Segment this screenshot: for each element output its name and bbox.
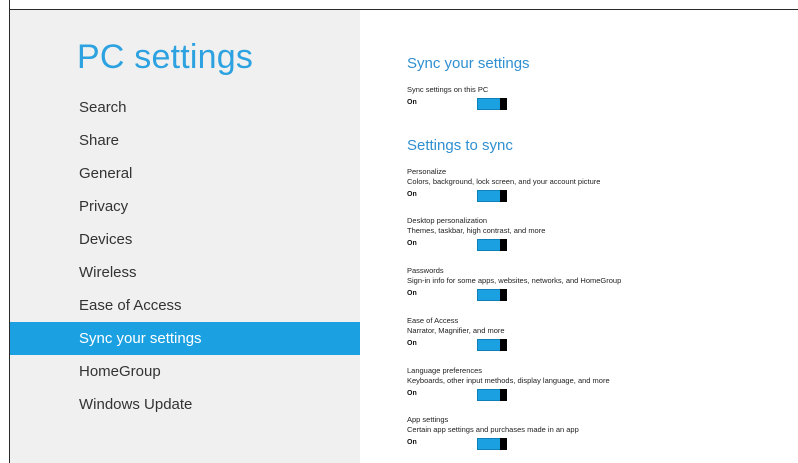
setting-desktop-personalization: Desktop personalization Themes, taskbar,… <box>407 216 787 253</box>
sidebar: PC settings Search Share General Privacy… <box>10 10 360 463</box>
sidebar-item-search[interactable]: Search <box>10 91 360 124</box>
sidebar-item-label: Wireless <box>79 264 137 281</box>
sidebar-item-label: General <box>79 165 133 182</box>
language-preferences-toggle-switch[interactable] <box>477 389 507 401</box>
setting-ease-of-access: Ease of Access Narrator, Magnifier, and … <box>407 316 787 353</box>
setting-toggle-row: On <box>407 339 787 353</box>
toggle-thumb[interactable] <box>500 339 507 351</box>
setting-description: Colors, background, lock screen, and you… <box>407 177 601 186</box>
sidebar-item-privacy[interactable]: Privacy <box>10 190 360 223</box>
section-header-settings-to-sync: Settings to sync <box>407 137 513 154</box>
setting-toggle-row: On <box>407 289 787 303</box>
setting-toggle-row: On <box>407 190 787 204</box>
sidebar-item-label: Devices <box>79 231 133 248</box>
toggle-thumb[interactable] <box>500 190 507 202</box>
sidebar-item-share[interactable]: Share <box>10 124 360 157</box>
ease-of-access-toggle-switch[interactable] <box>477 339 507 351</box>
settings-content: Sync your settings Sync settings on this… <box>360 10 798 463</box>
personalize-toggle-switch[interactable] <box>477 190 507 202</box>
setting-personalize: Personalize Colors, background, lock scr… <box>407 167 787 204</box>
toggle-state-label: On <box>407 191 417 198</box>
setting-sync-on-this-pc: Sync settings on this PC On <box>407 85 787 112</box>
toggle-thumb[interactable] <box>500 239 507 251</box>
sync-toggle-switch[interactable] <box>477 98 507 110</box>
setting-description: Narrator, Magnifier, and more <box>407 326 505 335</box>
setting-title: Desktop personalization <box>407 216 488 225</box>
setting-toggle-row: On <box>407 98 787 112</box>
setting-description: Certain app settings and purchases made … <box>407 425 579 434</box>
sidebar-item-label: Sync your settings <box>79 330 202 347</box>
toggle-state-label: On <box>407 340 417 347</box>
setting-toggle-row: On <box>407 438 787 452</box>
sidebar-item-windows-update[interactable]: Windows Update <box>10 388 360 421</box>
toggle-state-label: On <box>407 439 417 446</box>
desktop-personalization-toggle-switch[interactable] <box>477 239 507 251</box>
window-frame-left <box>0 0 10 463</box>
toggle-thumb[interactable] <box>500 98 507 110</box>
toggle-state-label: On <box>407 290 417 297</box>
section-header-sync: Sync your settings <box>407 55 530 72</box>
sidebar-item-sync-your-settings[interactable]: Sync your settings <box>10 322 360 355</box>
setting-title: Sync settings on this PC <box>407 85 489 94</box>
setting-description: Keyboards, other input methods, display … <box>407 376 610 385</box>
toggle-thumb[interactable] <box>500 438 507 450</box>
setting-app-settings: App settings Certain app settings and pu… <box>407 415 787 452</box>
sidebar-item-label: Search <box>79 99 127 116</box>
setting-toggle-row: On <box>407 389 787 403</box>
sidebar-item-wireless[interactable]: Wireless <box>10 256 360 289</box>
page-title: PC settings <box>77 38 254 76</box>
toggle-state-label: On <box>407 240 417 247</box>
sidebar-item-general[interactable]: General <box>10 157 360 190</box>
setting-language-preferences: Language preferences Keyboards, other in… <box>407 366 787 403</box>
toggle-thumb[interactable] <box>500 289 507 301</box>
setting-description: Sign-in info for some apps, websites, ne… <box>407 276 622 285</box>
setting-description: Themes, taskbar, high contrast, and more <box>407 226 546 235</box>
passwords-toggle-switch[interactable] <box>477 289 507 301</box>
setting-title: Passwords <box>407 266 444 275</box>
sidebar-item-homegroup[interactable]: HomeGroup <box>10 355 360 388</box>
toggle-thumb[interactable] <box>500 389 507 401</box>
setting-title: Personalize <box>407 167 447 176</box>
setting-title: Ease of Access <box>407 316 459 325</box>
sidebar-item-label: Share <box>79 132 120 149</box>
sidebar-item-ease-of-access[interactable]: Ease of Access <box>10 289 360 322</box>
toggle-state-label: On <box>407 99 417 106</box>
sidebar-item-label: HomeGroup <box>79 363 161 380</box>
sidebar-item-devices[interactable]: Devices <box>10 223 360 256</box>
app-settings-toggle-switch[interactable] <box>477 438 507 450</box>
sidebar-item-label: Windows Update <box>79 396 193 413</box>
setting-title: Language preferences <box>407 366 483 375</box>
sidebar-item-label: Ease of Access <box>79 297 182 314</box>
setting-toggle-row: On <box>407 239 787 253</box>
setting-title: App settings <box>407 415 449 424</box>
setting-passwords: Passwords Sign-in info for some apps, we… <box>407 266 787 303</box>
sidebar-item-label: Privacy <box>79 198 129 215</box>
toggle-state-label: On <box>407 390 417 397</box>
